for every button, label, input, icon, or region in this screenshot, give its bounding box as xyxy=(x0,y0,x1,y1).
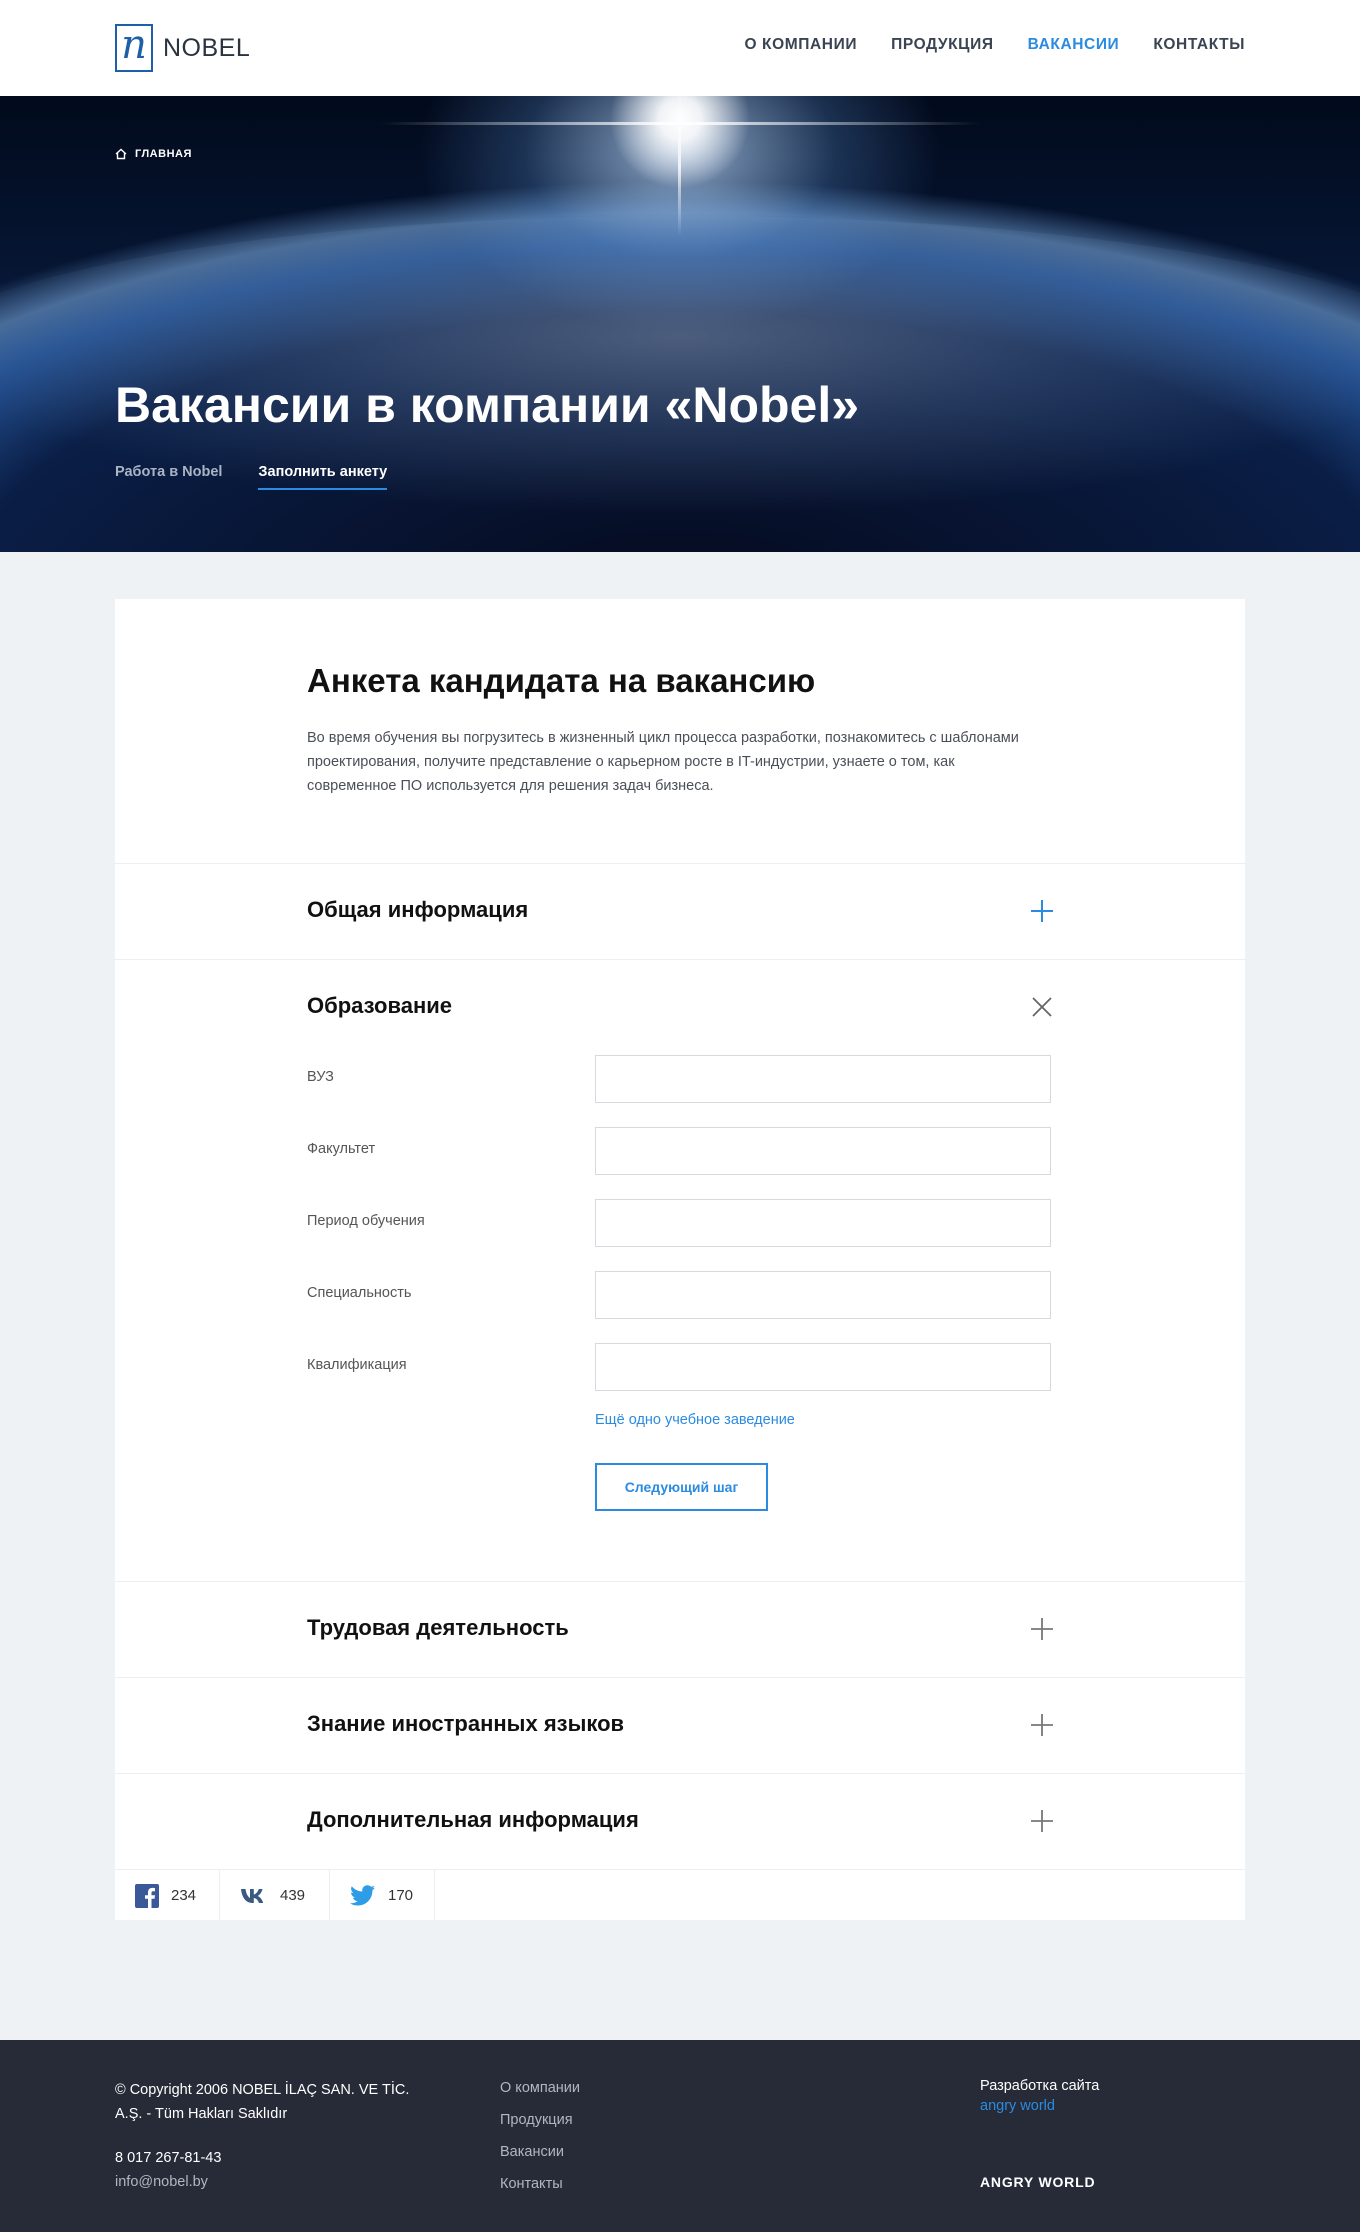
section-title: Общая информация xyxy=(307,897,529,922)
study-period-input[interactable] xyxy=(595,1199,1051,1247)
share-count: 234 xyxy=(171,1887,197,1904)
plus-icon[interactable] xyxy=(1027,1806,1057,1836)
university-input[interactable] xyxy=(595,1055,1051,1103)
form-row-specialty: Специальность xyxy=(307,1271,1057,1319)
tab-work-at-nobel[interactable]: Работа в Nobel xyxy=(115,464,222,490)
share-count: 170 xyxy=(388,1887,414,1904)
field-label: Специальность xyxy=(307,1285,412,1301)
footer-nav: О компании Продукция Вакансии Контакты xyxy=(500,2078,580,2194)
faculty-input[interactable] xyxy=(595,1127,1051,1175)
share-count: 439 xyxy=(280,1887,306,1904)
share-bar: 234 439 170 xyxy=(115,1869,1245,1921)
section-general-info[interactable]: Общая информация xyxy=(115,863,1245,959)
section-additional-info[interactable]: Дополнительная информация xyxy=(115,1773,1245,1869)
form-row-study-period: Период обучения xyxy=(307,1199,1057,1247)
section-title: Трудовая деятельность xyxy=(307,1615,569,1640)
form-description: Во время обучения вы погрузитесь в жизне… xyxy=(307,730,1019,794)
nav-item-products[interactable]: ПРОДУКЦИЯ xyxy=(891,36,993,54)
add-institution-link[interactable]: Ещё одно учебное заведение xyxy=(595,1412,795,1428)
twitter-icon xyxy=(350,1884,375,1905)
facebook-icon xyxy=(135,1883,159,1908)
field-label: Период обучения xyxy=(307,1213,425,1229)
plus-icon[interactable] xyxy=(1027,1614,1057,1644)
site-footer: © Copyright 2006 NOBEL İLAÇ SAN. VE TİC.… xyxy=(0,2040,1360,2232)
plus-icon[interactable] xyxy=(1027,1710,1057,1740)
field-label: Факультет xyxy=(307,1141,376,1157)
hero-banner: ГЛАВНАЯ Вакансии в компании «Nobel» Рабо… xyxy=(0,96,1360,552)
share-twitter[interactable]: 170 xyxy=(330,1870,435,1921)
section-title: Дополнительная информация xyxy=(307,1807,639,1832)
main-nav: О КОМПАНИИ ПРОДУКЦИЯ ВАКАНСИИ КОНТАКТЫ xyxy=(744,36,1245,54)
field-label: Квалификация xyxy=(307,1357,407,1373)
section-title: Образование xyxy=(307,993,452,1018)
specialty-input[interactable] xyxy=(595,1271,1051,1319)
share-facebook[interactable]: 234 xyxy=(115,1870,220,1921)
section-languages[interactable]: Знание иностранных языков xyxy=(115,1677,1245,1773)
close-icon[interactable] xyxy=(1027,992,1057,1022)
nav-item-vacancies[interactable]: ВАКАНСИИ xyxy=(1028,36,1120,54)
nav-item-contacts[interactable]: КОНТАКТЫ xyxy=(1153,36,1245,54)
footer-email[interactable]: info@nobel.by xyxy=(115,2174,208,2190)
developer-logo[interactable]: ANGRY WORLD xyxy=(980,2174,1095,2190)
footer-nav-contacts[interactable]: Контакты xyxy=(500,2174,580,2194)
qualification-input[interactable] xyxy=(595,1343,1051,1391)
field-label: ВУЗ xyxy=(307,1069,334,1085)
next-step-button[interactable]: Следующий шаг xyxy=(595,1463,768,1511)
nav-item-company[interactable]: О КОМПАНИИ xyxy=(744,36,857,54)
footer-nav-products[interactable]: Продукция xyxy=(500,2110,580,2130)
hero-sun-flare-vertical xyxy=(678,96,681,236)
logo-text: NOBEL xyxy=(163,33,251,62)
footer-developer-link[interactable]: angry world xyxy=(980,2098,1055,2114)
logo-mark-icon: n xyxy=(115,24,153,72)
section-title: Знание иностранных языков xyxy=(307,1711,625,1736)
vk-icon xyxy=(241,1888,264,1903)
footer-nav-vacancies[interactable]: Вакансии xyxy=(500,2142,580,2162)
plus-icon[interactable] xyxy=(1027,896,1057,926)
footer-developer-label: Разработка сайта xyxy=(980,2078,1100,2094)
tab-fill-form[interactable]: Заполнить анкету xyxy=(258,464,388,490)
form-row-faculty: Факультет xyxy=(307,1127,1057,1175)
application-form-card: Анкета кандидата на вакансию Во время об… xyxy=(115,599,1245,1921)
footer-nav-company[interactable]: О компании xyxy=(500,2078,580,2098)
form-row-qualification: Квалификация xyxy=(307,1343,1057,1391)
page-title: Вакансии в компании «Nobel» xyxy=(115,377,860,433)
logo[interactable]: n NOBEL xyxy=(115,24,250,72)
form-row-university: ВУЗ xyxy=(307,1055,1057,1103)
site-header: n NOBEL О КОМПАНИИ ПРОДУКЦИЯ ВАКАНСИИ КО… xyxy=(0,0,1360,96)
breadcrumb[interactable]: ГЛАВНАЯ xyxy=(115,148,192,160)
footer-phone: 8 017 267-81-43 xyxy=(115,2150,222,2166)
section-work-experience[interactable]: Трудовая деятельность xyxy=(115,1581,1245,1677)
home-icon xyxy=(115,148,127,160)
hero-tabs: Работа в Nobel Заполнить анкету xyxy=(115,464,388,490)
footer-copyright: © Copyright 2006 NOBEL İLAÇ SAN. VE TİC.… xyxy=(115,2082,410,2122)
breadcrumb-home[interactable]: ГЛАВНАЯ xyxy=(135,148,192,160)
share-vk[interactable]: 439 xyxy=(220,1870,330,1921)
form-title: Анкета кандидата на вакансию xyxy=(307,662,816,699)
